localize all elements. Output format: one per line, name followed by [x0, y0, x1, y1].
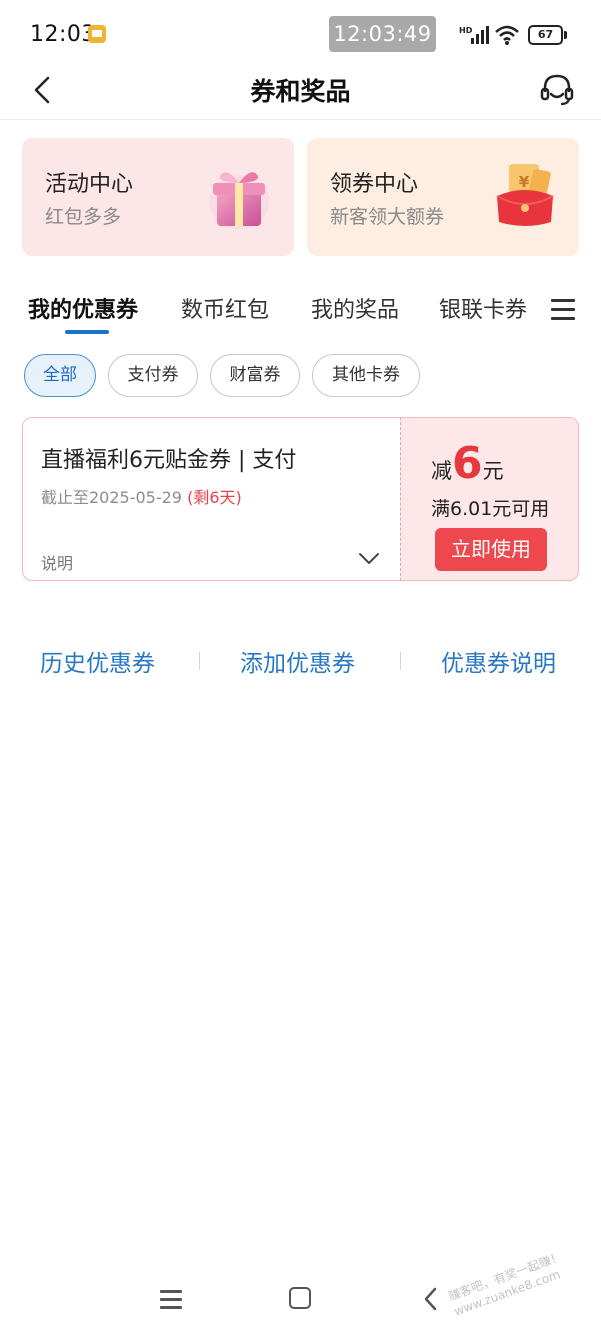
coupon-condition: 满6.01元可用 — [431, 498, 550, 520]
amount-unit: 元 — [482, 459, 504, 483]
page-title: 券和奖品 — [250, 77, 351, 106]
coupon-info-link[interactable]: 优惠券说明 — [441, 644, 556, 678]
tab-active-indicator — [65, 330, 109, 334]
svg-text:¥: ¥ — [519, 173, 530, 191]
amount-value: 6 — [452, 438, 483, 489]
headset-icon[interactable] — [537, 70, 577, 110]
coupon-value-panel: 减6元 满6.01元可用 立即使用 — [400, 417, 579, 581]
coupon-expiry-date: 截止至2025-05-29 — [41, 488, 182, 507]
filter-chip-all[interactable]: 全部 — [24, 354, 96, 397]
coupon-amount: 减6元 — [431, 442, 504, 488]
coupon-remaining-days: (剩6天) — [187, 488, 242, 507]
recent-apps-icon[interactable] — [160, 1288, 182, 1310]
svg-text:HD: HD — [459, 26, 473, 35]
status-time: 12:03 — [30, 22, 96, 47]
hamburger-menu-icon[interactable] — [549, 295, 577, 323]
coupon-info: 直播福利6元贴金券 | 支付 截止至2025-05-29 (剩6天) 说明 — [22, 417, 400, 581]
use-now-button[interactable]: 立即使用 — [435, 528, 547, 571]
gift-box-icon — [209, 172, 269, 229]
coupon-card: 直播福利6元贴金券 | 支付 截止至2025-05-29 (剩6天) 说明 减6… — [22, 417, 579, 581]
clock-overlay: 12:03:49 — [329, 16, 436, 52]
coupon-center-title: 领券中心 — [330, 172, 419, 197]
header: 券和奖品 — [0, 62, 601, 120]
history-coupons-link[interactable]: 历史优惠券 — [40, 644, 155, 678]
coupon-center-card[interactable]: 领券中心 新客领大额券 ¥ — [307, 138, 579, 256]
coupon-links: 历史优惠券 添加优惠券 优惠券说明 — [0, 638, 601, 682]
nav-back-icon[interactable] — [420, 1285, 442, 1313]
filter-chip-wealth[interactable]: 财富券 — [210, 354, 300, 397]
activity-center-title: 活动中心 — [45, 172, 134, 197]
status-bar: 12:03 12:03:49 HD 67 — [0, 0, 601, 62]
coupon-expiry: 截止至2025-05-29 (剩6天) — [41, 484, 242, 508]
category-tabs: 我的优惠券 数币红包 我的奖品 银联卡券 — [0, 280, 601, 340]
add-coupon-link[interactable]: 添加优惠券 — [240, 644, 355, 678]
home-icon[interactable] — [289, 1287, 311, 1309]
battery-icon: 67 — [528, 25, 568, 45]
amount-prefix: 减 — [431, 459, 452, 483]
coupon-name: 直播福利6元贴金券 | 支付 — [41, 448, 297, 473]
battery-level: 67 — [528, 25, 563, 45]
activity-center-subtitle: 红包多多 — [45, 206, 122, 228]
red-envelope-icon: ¥ — [496, 164, 554, 226]
wifi-icon — [495, 25, 519, 45]
tab-unionpay-cards[interactable]: 银联卡券 — [439, 292, 527, 324]
tab-my-coupons[interactable]: 我的优惠券 — [28, 292, 138, 324]
signal-icon: HD — [459, 26, 489, 44]
activity-center-card[interactable]: 活动中心 红包多多 — [22, 138, 294, 256]
divider — [400, 652, 401, 670]
divider — [199, 652, 200, 670]
tab-digital-red-packets[interactable]: 数币红包 — [181, 292, 269, 324]
filter-chip-payment[interactable]: 支付券 — [108, 354, 198, 397]
tab-my-prizes[interactable]: 我的奖品 — [311, 292, 399, 324]
coupon-center-subtitle: 新客领大额券 — [330, 206, 445, 228]
notification-icon — [88, 25, 106, 43]
filter-chip-other[interactable]: 其他卡券 — [312, 354, 420, 397]
coupon-description-label[interactable]: 说明 — [41, 550, 73, 574]
chevron-down-icon[interactable] — [357, 548, 381, 568]
